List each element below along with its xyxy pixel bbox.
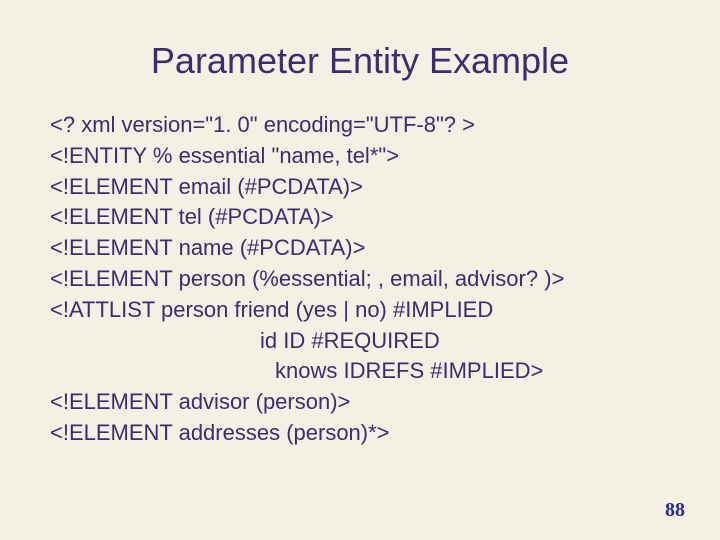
slide-title: Parameter Entity Example bbox=[50, 40, 670, 82]
code-line: <? xml version="1. 0" encoding="UTF-8"? … bbox=[50, 110, 670, 141]
page-number: 88 bbox=[665, 499, 685, 522]
code-line: <!ATTLIST person friend (yes | no) #IMPL… bbox=[50, 295, 670, 326]
code-line: <!ELEMENT tel (#PCDATA)> bbox=[50, 202, 670, 233]
slide-body: <? xml version="1. 0" encoding="UTF-8"? … bbox=[50, 110, 670, 449]
code-line: <!ELEMENT advisor (person)> bbox=[50, 387, 670, 418]
code-line: id ID #REQUIRED bbox=[50, 326, 670, 357]
code-line: <!ENTITY % essential "name, tel*"> bbox=[50, 141, 670, 172]
code-line: <!ELEMENT email (#PCDATA)> bbox=[50, 172, 670, 203]
slide: Parameter Entity Example <? xml version=… bbox=[0, 0, 720, 540]
code-line: <!ELEMENT addresses (person)*> bbox=[50, 418, 670, 449]
code-line: <!ELEMENT name (#PCDATA)> bbox=[50, 233, 670, 264]
code-line: <!ELEMENT person (%essential; , email, a… bbox=[50, 264, 670, 295]
code-line: knows IDREFS #IMPLIED> bbox=[50, 356, 670, 387]
